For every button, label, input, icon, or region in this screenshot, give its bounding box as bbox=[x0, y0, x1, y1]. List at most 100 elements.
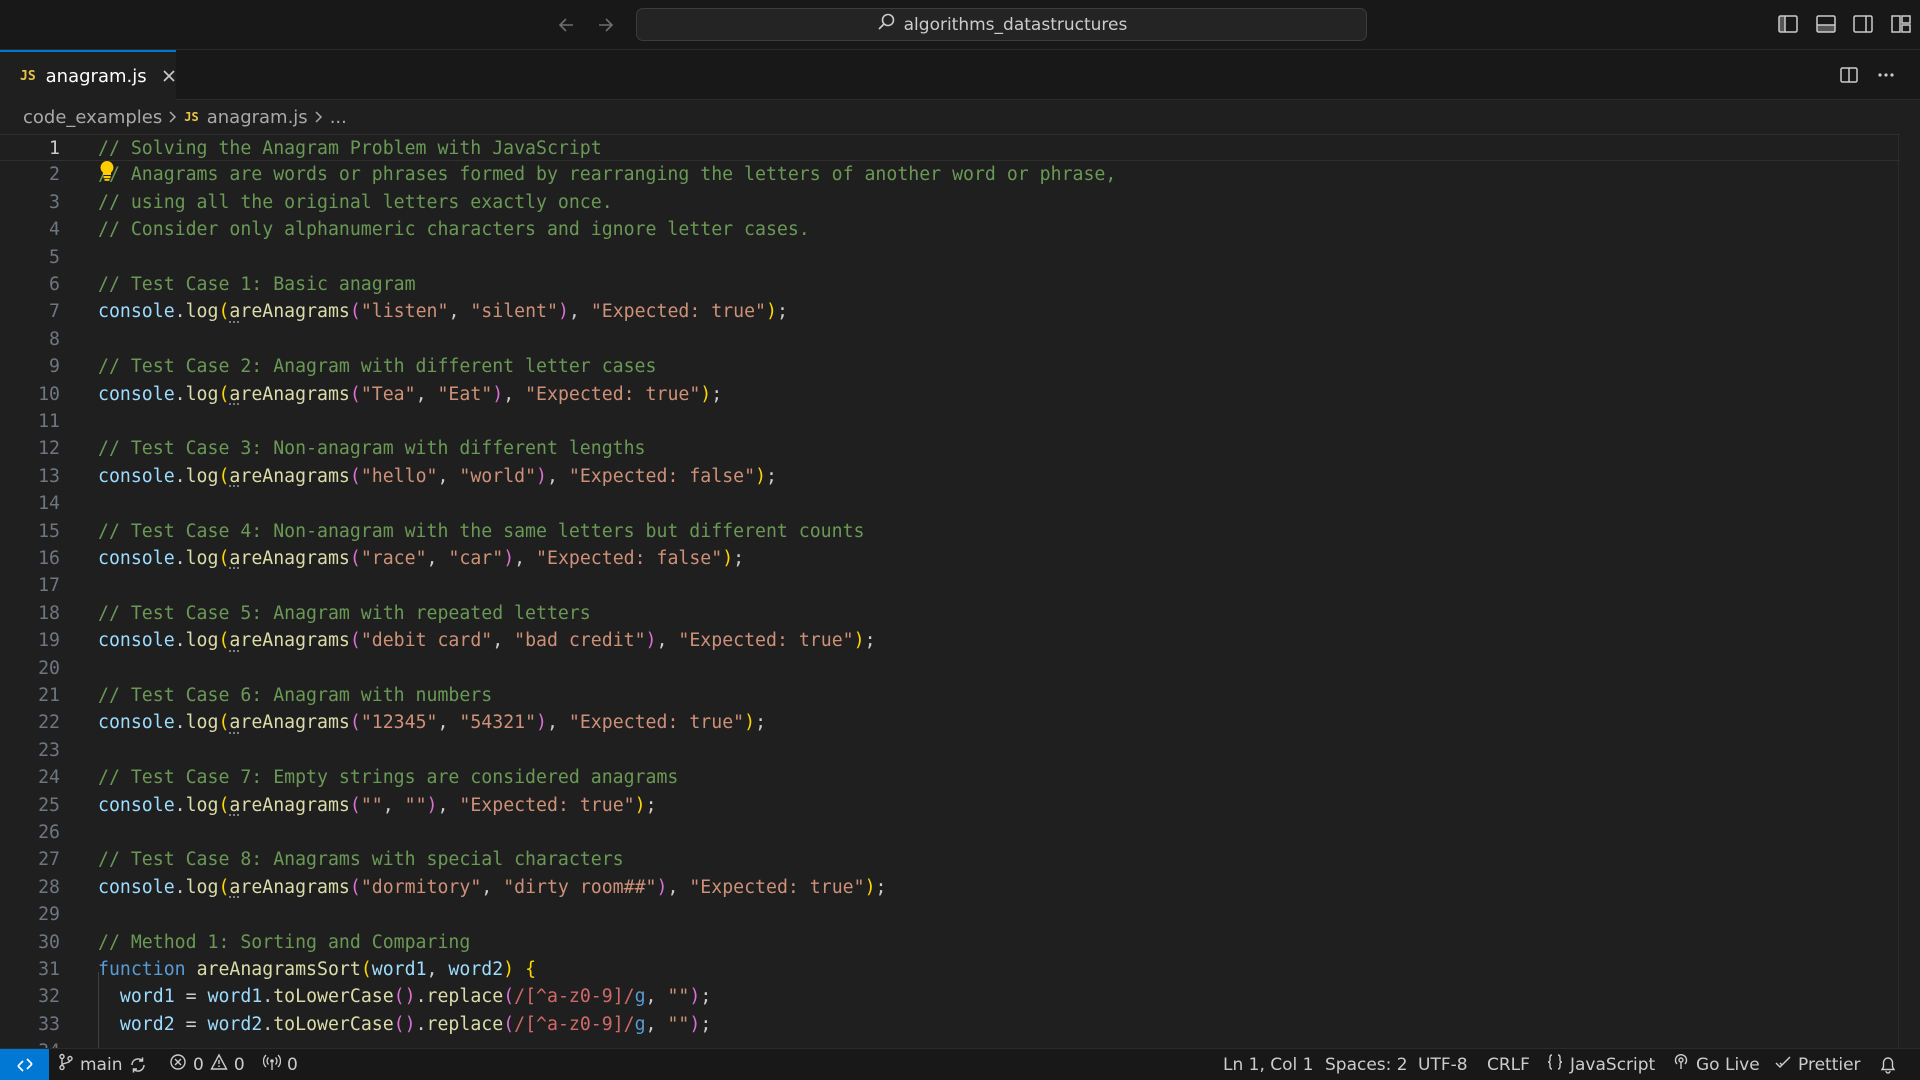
code-token: ) bbox=[426, 794, 438, 816]
code-line[interactable]: 16 console.log(areAnagrams("race", "car")… bbox=[0, 545, 1900, 572]
code-token: ; bbox=[776, 301, 788, 323]
code-line[interactable]: 24 // Test Case 7: Empty strings are cons… bbox=[0, 764, 1900, 791]
line-number: 17 bbox=[38, 575, 60, 597]
code-line[interactable]: 7 console.log(areAnagrams("listen", "sile… bbox=[0, 298, 1900, 325]
customize-layout-icon[interactable] bbox=[1889, 12, 1913, 36]
code-token: console bbox=[98, 383, 175, 405]
code-line[interactable]: 33 word2 = word2.toLowerCase().replace(/… bbox=[0, 1011, 1900, 1038]
line-number: 34 bbox=[0, 1038, 60, 1048]
ports-status[interactable]: 0 bbox=[262, 1049, 298, 1080]
more-actions-icon[interactable] bbox=[1874, 63, 1898, 87]
code-token: . bbox=[174, 465, 186, 487]
braces-icon bbox=[1546, 1053, 1564, 1076]
breadcrumb-folder[interactable]: code_examples bbox=[23, 107, 162, 128]
close-icon[interactable] bbox=[161, 66, 177, 86]
encoding-status[interactable]: UTF-8 bbox=[1418, 1049, 1468, 1080]
forward-arrow-icon[interactable] bbox=[590, 10, 620, 40]
code-token: "Expected: true" bbox=[689, 876, 865, 898]
code-line[interactable]: 27 // Test Case 8: Anagrams with special … bbox=[0, 846, 1900, 873]
code-line[interactable]: 11 bbox=[0, 408, 1900, 435]
breadcrumb-file[interactable]: anagram.js bbox=[207, 107, 308, 128]
minimap-scrollbar[interactable] bbox=[1898, 134, 1920, 1048]
code-line[interactable]: 28 console.log(areAnagrams("dormitory", "… bbox=[0, 874, 1900, 901]
code-line[interactable]: 18 // Test Case 5: Anagram with repeated … bbox=[0, 600, 1900, 627]
line-number: 9 bbox=[49, 356, 60, 378]
code-line[interactable]: 1 // Solving the Anagram Problem with Jav… bbox=[0, 134, 1900, 162]
code-line[interactable]: 25 console.log(areAnagrams("", ""), "Expe… bbox=[0, 792, 1900, 819]
code-line[interactable]: 13 console.log(areAnagrams("hello", "worl… bbox=[0, 463, 1900, 490]
code-token: function bbox=[98, 959, 186, 980]
code-token: "silent" bbox=[470, 301, 558, 323]
indentation-status[interactable]: Spaces: 2 bbox=[1325, 1049, 1408, 1080]
code-token: reAnagrams bbox=[240, 794, 350, 816]
branch-status[interactable]: main bbox=[58, 1049, 122, 1080]
code-line[interactable]: 34 bbox=[0, 1038, 1900, 1048]
code-editor[interactable]: 1 // Solving the Anagram Problem with Jav… bbox=[0, 134, 1920, 1048]
code-line[interactable]: 6 // Test Case 1: Basic anagram bbox=[0, 271, 1900, 298]
code-line[interactable]: 14 bbox=[0, 490, 1900, 517]
code-line[interactable]: 12 // Test Case 3: Non-anagram with diffe… bbox=[0, 435, 1900, 462]
tab-anagram-js[interactable]: JS anagram.js bbox=[0, 50, 176, 100]
remote-icon[interactable] bbox=[0, 1049, 49, 1080]
code-line[interactable]: 8 bbox=[0, 326, 1900, 353]
code-line[interactable]: 22 console.log(areAnagrams("12345", "5432… bbox=[0, 709, 1900, 736]
title-bar: algorithms_datastructures bbox=[0, 0, 1920, 50]
code-token: log bbox=[185, 301, 219, 323]
code-line[interactable]: 26 bbox=[0, 819, 1900, 846]
code-token: . bbox=[415, 1013, 427, 1035]
line-number: 16 bbox=[38, 548, 60, 569]
code-line[interactable]: 20 bbox=[0, 655, 1900, 682]
code-line[interactable]: 32 word1 = word1.toLowerCase().replace(/… bbox=[0, 983, 1900, 1010]
code-token: areAnagramsSort bbox=[196, 959, 361, 980]
code-line[interactable]: 5 bbox=[0, 244, 1900, 271]
code-text: // Test Case 1: Basic anagram bbox=[98, 271, 416, 298]
code-token: ; bbox=[645, 794, 657, 816]
code-line[interactable]: 30 // Method 1: Sorting and Comparing bbox=[0, 929, 1900, 956]
code-line[interactable]: 4 // Consider only alphanumeric character… bbox=[0, 216, 1900, 243]
code-token: ( bbox=[218, 383, 230, 405]
toggle-secondary-sidebar-icon[interactable] bbox=[1851, 12, 1875, 36]
code-token: // Test Case 2: Anagram with different l… bbox=[98, 356, 657, 378]
cursor-position[interactable]: Ln 1, Col 1 bbox=[1223, 1049, 1314, 1080]
code-token: ( bbox=[218, 630, 230, 652]
bell-icon[interactable] bbox=[1879, 1049, 1897, 1080]
lightbulb-icon[interactable] bbox=[97, 159, 117, 183]
line-number: 29 bbox=[38, 904, 60, 926]
toggle-panel-icon[interactable] bbox=[1814, 12, 1838, 36]
code-line[interactable]: 21 // Test Case 6: Anagram with numbers bbox=[0, 682, 1900, 709]
code-line[interactable]: 29 bbox=[0, 901, 1900, 928]
code-line[interactable]: 19 console.log(areAnagrams("debit card", … bbox=[0, 627, 1900, 654]
breadcrumb-symbols[interactable]: ... bbox=[330, 107, 347, 128]
code-line[interactable]: 15 // Test Case 4: Non-anagram with the s… bbox=[0, 518, 1900, 545]
eol-status[interactable]: CRLF bbox=[1487, 1049, 1530, 1080]
go-live-button[interactable]: Go Live bbox=[1672, 1049, 1760, 1080]
code-line[interactable]: 17 bbox=[0, 572, 1900, 599]
prettier-status[interactable]: Prettier bbox=[1774, 1049, 1861, 1080]
split-editor-icon[interactable] bbox=[1837, 63, 1861, 87]
code-token: reAnagrams bbox=[240, 548, 350, 569]
broadcast-icon bbox=[1672, 1053, 1690, 1076]
command-center-search[interactable]: algorithms_datastructures bbox=[636, 8, 1367, 41]
sync-icon[interactable] bbox=[129, 1049, 147, 1080]
code-token: "dormitory" bbox=[360, 876, 482, 898]
code-line[interactable]: 10 console.log(areAnagrams("Tea", "Eat"),… bbox=[0, 381, 1900, 408]
line-number: 25 bbox=[38, 794, 60, 816]
code-token: "listen" bbox=[360, 301, 449, 323]
code-line[interactable]: 3 // using all the original letters exact… bbox=[0, 189, 1900, 216]
code-line[interactable]: 31 function areAnagramsSort(word1, word2)… bbox=[0, 956, 1900, 983]
code-token: ) bbox=[755, 465, 767, 487]
code-token: reAnagrams bbox=[240, 712, 350, 734]
problems-status[interactable]: 0 0 bbox=[169, 1049, 245, 1080]
code-token: = bbox=[174, 986, 208, 1008]
code-token: "Tea" bbox=[360, 383, 416, 405]
back-arrow-icon[interactable] bbox=[552, 10, 582, 40]
toggle-primary-sidebar-icon[interactable] bbox=[1776, 12, 1800, 36]
code-token: replace bbox=[426, 986, 504, 1008]
code-token: ) bbox=[766, 301, 777, 323]
language-status[interactable]: JavaScript bbox=[1546, 1049, 1655, 1080]
code-line[interactable]: 23 bbox=[0, 737, 1900, 764]
code-token: console bbox=[98, 301, 175, 323]
code-line[interactable]: 9 // Test Case 2: Anagram with different … bbox=[0, 353, 1900, 380]
code-line[interactable]: 2 // Anagrams are words or phrases formed… bbox=[0, 161, 1900, 188]
